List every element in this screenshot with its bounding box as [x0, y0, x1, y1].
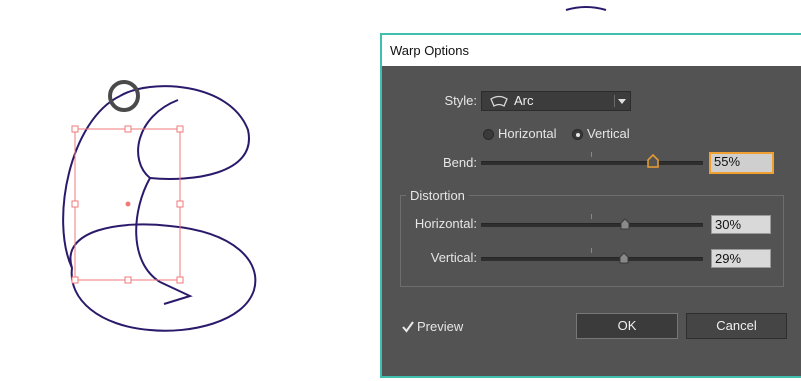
bend-slider-thumb[interactable]	[647, 154, 659, 168]
handle-top-right	[176, 125, 184, 133]
bend-value-field[interactable]: 55%	[709, 152, 774, 174]
distortion-vertical-center-tick	[591, 248, 592, 253]
warp-options-dialog: Warp Options Style: Arc Horizontal Verti…	[380, 33, 801, 378]
ok-button[interactable]: OK	[576, 313, 678, 339]
dialog-title: Warp Options	[382, 35, 801, 66]
radio-vertical[interactable]	[572, 129, 583, 140]
distortion-vertical-thumb[interactable]	[619, 252, 629, 264]
handle-bottom-right	[176, 276, 184, 284]
style-label: Style:	[444, 93, 477, 108]
bend-label: Bend:	[443, 155, 477, 170]
handle-middle-left	[71, 200, 79, 208]
crescent-inner-path	[135, 177, 161, 283]
radio-horizontal[interactable]	[483, 129, 494, 140]
radio-horizontal-label[interactable]: Horizontal	[498, 126, 557, 141]
distortion-vertical-track[interactable]	[481, 257, 703, 261]
distortion-horizontal-center-tick	[591, 214, 592, 219]
partial-path-top	[565, 6, 607, 11]
tail-path	[159, 281, 193, 305]
inner-curve-path	[137, 99, 179, 179]
handle-middle-right	[176, 200, 184, 208]
handle-bottom-center	[124, 276, 132, 284]
bend-center-tick	[591, 152, 592, 157]
handle-bottom-left	[71, 276, 79, 284]
distortion-group	[400, 195, 784, 287]
bottom-ellipse-path	[69, 223, 257, 332]
style-dropdown[interactable]: Arc	[481, 91, 631, 111]
outer-left-path	[62, 95, 121, 269]
handle-top-left	[71, 125, 79, 133]
preview-label[interactable]: Preview	[417, 319, 463, 334]
selection-bounding-box[interactable]	[71, 125, 184, 284]
radio-vertical-label[interactable]: Vertical	[587, 126, 630, 141]
style-value: Arc	[514, 93, 534, 108]
preview-checkbox[interactable]	[402, 321, 414, 333]
handle-top-center	[124, 125, 132, 133]
distortion-horizontal-track[interactable]	[481, 223, 703, 227]
distortion-vertical-field[interactable]: 29%	[711, 249, 771, 268]
warped-shape[interactable]	[62, 85, 257, 332]
chevron-down-icon[interactable]	[614, 95, 626, 107]
distortion-vertical-label: Vertical:	[430, 250, 477, 265]
cancel-button[interactable]: Cancel	[686, 313, 787, 339]
bend-slider-track[interactable]	[481, 161, 703, 165]
center-point	[125, 201, 131, 207]
distortion-horizontal-thumb[interactable]	[620, 218, 630, 230]
cursor-circle-icon	[108, 80, 140, 112]
distortion-horizontal-label: Horizontal:	[414, 216, 477, 231]
arc-warp-icon	[490, 95, 508, 107]
distortion-horizontal-field[interactable]: 30%	[711, 215, 771, 234]
distortion-title: Distortion	[406, 188, 469, 203]
